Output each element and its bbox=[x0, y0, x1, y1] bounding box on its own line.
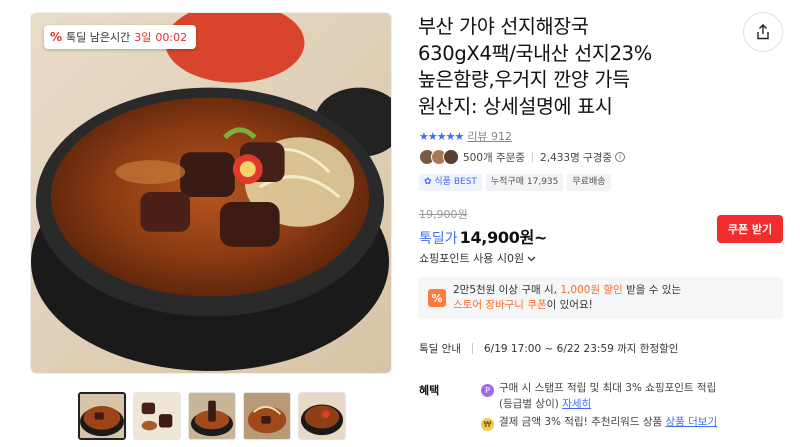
deal-timer-badge: % 톡딜 남은시간 3일 00:02 bbox=[44, 25, 197, 49]
benefit-detail-link[interactable]: 자세히 bbox=[562, 398, 591, 410]
divider bbox=[532, 152, 534, 162]
original-price: 19,900원 bbox=[419, 208, 468, 221]
promo-line-2-post: 이 있어요! bbox=[546, 299, 593, 311]
sale-label: 톡딜가 bbox=[419, 231, 458, 247]
benefit-1-sub-text: (등급별 상이) bbox=[499, 398, 559, 410]
divider bbox=[471, 343, 473, 354]
tag-cumulative-purchase: 누적구매 17,935 bbox=[485, 174, 564, 191]
thumbnail-1[interactable] bbox=[78, 392, 126, 440]
deal-info-row: 톡딜 안내 6/19 17:00 ~ 6/22 23:59 까지 한정할인 bbox=[419, 341, 678, 356]
benefit-item-reward: ₩ 결제 금액 3% 적립! 추천리워드 상품 상품 더보기 bbox=[481, 415, 781, 431]
coupon-icon: % bbox=[428, 289, 446, 307]
thumbnail-3[interactable] bbox=[188, 392, 236, 440]
title-line-3: 높은함량,우거지 깐양 가득 bbox=[418, 68, 630, 91]
viewer-count: 2,433명 구경중 bbox=[540, 151, 613, 164]
thumbnail-2[interactable] bbox=[133, 392, 181, 440]
point-usage-row[interactable]: 쇼핑포인트 사용 시0원 bbox=[419, 250, 536, 266]
promo-text: 2만5천원 이상 구매 시, 1,000원 할인 받을 수 있는 스토어 장바구… bbox=[453, 283, 681, 313]
sale-price: 14,900원~ bbox=[459, 228, 548, 247]
deal-period: 6/19 17:00 ~ 6/22 23:59 까지 한정할인 bbox=[483, 343, 679, 355]
benefit-item-stamp: P 구매 시 스탬프 적립 및 최대 3% 쇼핑포인트 적립 (등급별 상이) 자… bbox=[481, 381, 781, 412]
timer-label: 톡딜 남은시간 bbox=[66, 31, 131, 44]
buyer-avatars bbox=[419, 149, 459, 165]
more-products-link[interactable]: 상품 더보기 bbox=[665, 416, 717, 428]
order-status-row: 500개 주문중 2,433명 구경중 i bbox=[419, 148, 626, 166]
timer-days: 3일 bbox=[134, 31, 152, 44]
promo-line-2-highlight: 스토어 장바구니 쿠폰 bbox=[453, 299, 547, 311]
coupon-button[interactable]: 쿠폰 받기 bbox=[717, 215, 783, 243]
sale-price-row: 톡딜가 14,900원~ bbox=[419, 224, 547, 248]
title-line-2: 630gX4팩/국내산 선지23% bbox=[418, 41, 653, 65]
timer-time: 00:02 bbox=[155, 30, 188, 44]
deal-label: 톡딜 안내 bbox=[419, 343, 461, 355]
chevron-down-icon bbox=[527, 256, 536, 261]
promo-line-1-post: 받을 수 있는 bbox=[622, 284, 682, 296]
thumbnail-5[interactable] bbox=[298, 392, 346, 440]
promo-line-1-highlight: 1,000원 할인 bbox=[560, 284, 623, 296]
tag-food-best-label: 식품 BEST bbox=[434, 177, 477, 187]
product-main-image[interactable] bbox=[30, 12, 392, 374]
promo-line-1-pre: 2만5천원 이상 구매 시, bbox=[453, 284, 561, 296]
benefit-label: 혜택 bbox=[419, 384, 440, 397]
product-title: 부산 가야 선지해장국 630gX4팩/국내산 선지23% 높은함량,우거지 깐… bbox=[418, 14, 718, 120]
share-button[interactable] bbox=[743, 12, 783, 52]
point-usage-text: 쇼핑포인트 사용 시0원 bbox=[419, 252, 525, 265]
product-tags: ✿ 식품 BEST 누적구매 17,935 무료배송 bbox=[419, 174, 611, 191]
share-icon bbox=[757, 24, 769, 40]
benefit-2-text: 결제 금액 3% 적립! 추천리워드 상품 bbox=[499, 416, 663, 428]
review-count-link[interactable]: 리뷰 912 bbox=[467, 128, 512, 144]
percent-icon: % bbox=[50, 30, 63, 44]
badge-icon: ✿ bbox=[424, 177, 435, 187]
star-rating: ★★★★★ bbox=[419, 129, 464, 143]
store-coupon-promo[interactable]: % 2만5천원 이상 구매 시, 1,000원 할인 받을 수 있는 스토어 장… bbox=[418, 277, 783, 319]
order-count: 500개 주문중 bbox=[463, 151, 526, 164]
point-icon: P bbox=[481, 384, 494, 397]
info-icon[interactable]: i bbox=[615, 152, 626, 162]
tag-food-best[interactable]: ✿ 식품 BEST bbox=[419, 174, 482, 191]
benefit-1-sub: (등급별 상이) 자세히 bbox=[481, 397, 781, 412]
avatar bbox=[443, 149, 459, 165]
title-line-1: 부산 가야 선지해장국 bbox=[418, 15, 589, 38]
thumbnail-4[interactable] bbox=[243, 392, 291, 440]
benefit-1-text: 구매 시 스탬프 적립 및 최대 3% 쇼핑포인트 적립 bbox=[499, 382, 717, 394]
title-line-4: 원산지: 상세설명에 표시 bbox=[418, 94, 613, 118]
promo-line-2: 스토어 장바구니 쿠폰이 있어요! bbox=[453, 298, 681, 313]
tag-free-shipping: 무료배송 bbox=[567, 174, 611, 191]
thumbnail-strip bbox=[78, 392, 346, 440]
rating-row: ★★★★★ 리뷰 912 bbox=[419, 128, 512, 144]
promo-line-1: 2만5천원 이상 구매 시, 1,000원 할인 받을 수 있는 bbox=[453, 283, 681, 298]
reward-icon: ₩ bbox=[481, 418, 494, 431]
